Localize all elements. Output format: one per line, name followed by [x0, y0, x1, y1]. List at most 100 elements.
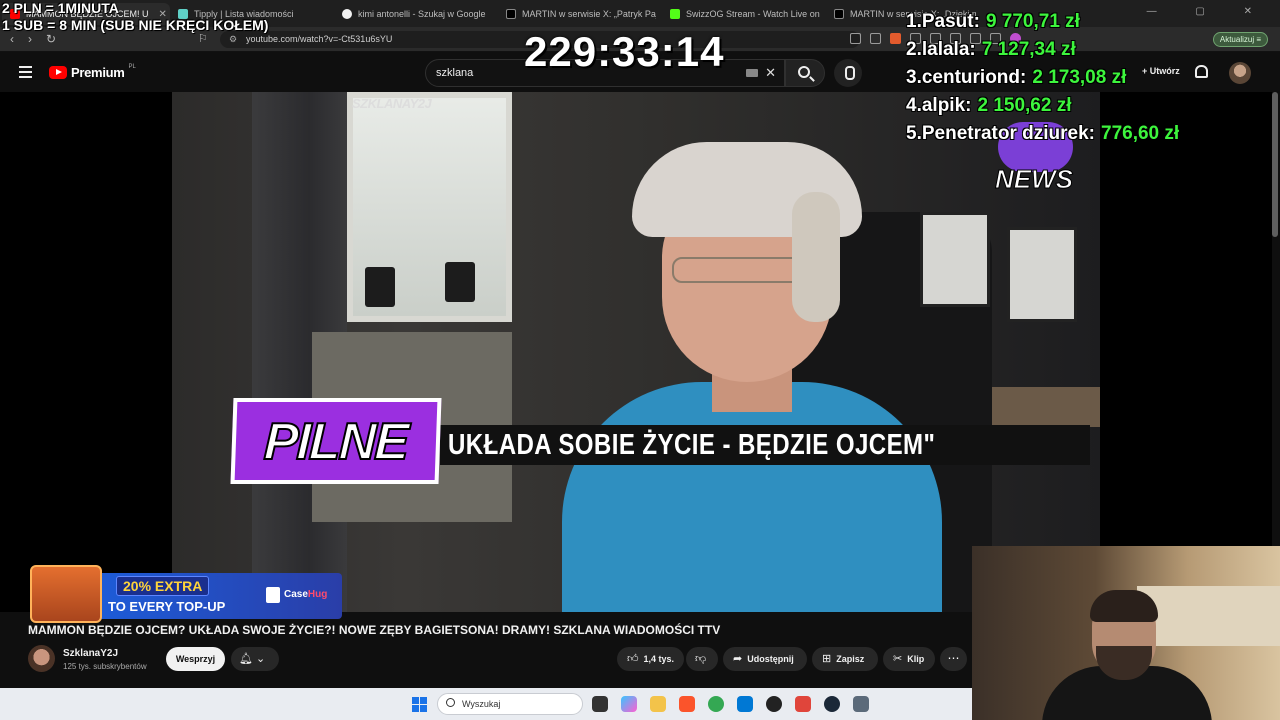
clip-button[interactable]: ✂ Klip	[883, 647, 935, 671]
channel-avatar[interactable]	[28, 645, 55, 672]
forward-icon[interactable]: ›	[28, 32, 32, 46]
like-button[interactable]: 👍︎ 1,4 tys.	[617, 647, 684, 671]
obs-icon[interactable]	[766, 696, 782, 712]
casehug-ad[interactable]: 20% EXTRA TO EVERY TOP-UP CaseHug	[30, 565, 342, 623]
streamer-figure	[562, 122, 942, 612]
taskbar-search-placeholder: Wyszukaj	[462, 699, 501, 709]
ad-brand-b: Hug	[307, 589, 328, 600]
x-icon	[834, 9, 844, 19]
video-title: MAMMON BĘDZIE OJCEM? UKŁADA SWOJE ŻYCIE?…	[28, 623, 721, 637]
headphones	[792, 192, 840, 322]
clip-label: Klip	[907, 654, 925, 664]
windows-start-icon[interactable]	[412, 697, 427, 712]
donation-leaderboard: 1.Pasut: 9 770,71 zł 2.lalala: 7 127,34 zł…	[906, 8, 1179, 148]
update-button[interactable]: Aktualizuj ≡	[1212, 32, 1268, 47]
video-player[interactable]: SZKLANAY2J NEWS	[0, 92, 1272, 612]
store-icon[interactable]	[737, 696, 753, 712]
shelf	[992, 387, 1100, 427]
youtube-logo[interactable]: Premium PL	[49, 64, 136, 80]
menu-icon[interactable]	[19, 66, 32, 81]
rate-line-2: 1 SUB = 8 MIN (SUB NIE KRĘCI KOŁEM)	[2, 17, 269, 33]
site-info-icon[interactable]: ⚙	[229, 34, 237, 45]
leaderboard-amount: 2 173,08 zł	[1032, 67, 1127, 88]
leaderboard-name: centuriond:	[921, 67, 1027, 88]
ad-brand-a: Case	[284, 589, 308, 600]
pilne-badge: PILNE	[230, 398, 442, 484]
page-scrollbar[interactable]	[1272, 92, 1278, 237]
ad-panel: 20% EXTRA TO EVERY TOP-UP CaseHug	[96, 573, 342, 619]
youtube-play-icon	[49, 66, 67, 79]
share-label: Udostępnij	[747, 654, 794, 664]
leaderboard-row: 4.alpik: 2 150,62 zł	[906, 92, 1179, 120]
google-icon	[342, 9, 352, 19]
leaderboard-name: Pasut:	[921, 11, 980, 32]
screen: MAMMON BĘDZIE OJCEM! U ✕ Tipply | Lista …	[0, 0, 1280, 720]
chrome-icon[interactable]	[708, 696, 724, 712]
url-text: youtube.com/watch?v=-Ct531u6sYU	[246, 34, 393, 44]
tab-google[interactable]: kimi antonelli - Szukaj w Google	[334, 3, 494, 25]
notification-toggle[interactable]: 🔔︎ ⌄	[231, 647, 279, 671]
leaderboard-amount: 7 127,34 zł	[981, 39, 1076, 60]
update-label: Aktualizuj	[1219, 35, 1255, 44]
taskbar-search[interactable]: Wyszukaj	[437, 693, 583, 715]
account-avatar[interactable]	[1229, 62, 1251, 84]
dislike-button[interactable]: 👎︎	[686, 647, 718, 671]
tab-label: SwizzOG Stream - Watch Live on Kick	[686, 9, 822, 19]
tab-kick[interactable]: SwizzOG Stream - Watch Live on Kick	[662, 3, 822, 25]
logo-text: Premium	[71, 65, 125, 80]
like-count: 1,4 tys.	[643, 654, 675, 664]
glasses	[672, 257, 802, 283]
notifications-icon[interactable]	[1195, 65, 1208, 78]
cast-icon[interactable]	[850, 33, 861, 44]
voice-search-button[interactable]	[834, 59, 862, 87]
leaderboard-rank: 4.	[906, 95, 922, 116]
search-button[interactable]	[785, 59, 825, 87]
webcam-overlay	[972, 546, 1280, 720]
brave-active-icon[interactable]	[795, 696, 811, 712]
tab-label: MARTIN w serwisie X: „Patryk Pajako	[522, 9, 656, 19]
wall-art	[1007, 227, 1077, 322]
file-explorer-icon[interactable]	[650, 696, 666, 712]
ad-brand: CaseHug	[284, 589, 327, 600]
share-button[interactable]: ➦ Udostępnij	[723, 647, 807, 671]
reload-icon[interactable]: ↻	[46, 32, 56, 46]
save-icon: ⊞	[822, 653, 832, 665]
news-ticker: UKŁADA SOBIE ŻYCIE - BĘDZIE OJCEM"	[440, 425, 1090, 465]
shirt	[562, 382, 942, 612]
save-button[interactable]: ⊞ Zapisz	[812, 647, 878, 671]
kick-icon	[670, 9, 680, 19]
subathon-timer: 229:33:14	[524, 28, 725, 75]
calculator-icon[interactable]	[853, 696, 869, 712]
brave-icon[interactable]	[679, 696, 695, 712]
room-window	[347, 92, 512, 322]
channel-name[interactable]: SzklanaY2J	[63, 648, 118, 659]
steam-icon[interactable]	[824, 696, 840, 712]
tab-label: kimi antonelli - Szukaj w Google	[358, 9, 486, 19]
channel-watermark: SZKLANAY2J	[352, 96, 432, 111]
brave-shield-icon[interactable]	[890, 33, 901, 44]
leaderboard-amount: 2 150,62 zł	[977, 95, 1072, 116]
copilot-icon[interactable]	[621, 696, 637, 712]
rate-line-1: 2 PLN = 1MINUTA	[2, 0, 119, 16]
leaderboard-row: 2.lalala: 7 127,34 zł	[906, 36, 1179, 64]
support-button[interactable]: Wesprzyj	[166, 647, 225, 671]
share-icon[interactable]	[870, 33, 881, 44]
pilne-label: PILNE	[262, 412, 409, 472]
clear-search-icon[interactable]: ✕	[765, 65, 776, 81]
back-icon[interactable]: ‹	[10, 32, 14, 46]
video-frame: SZKLANAY2J	[172, 92, 1100, 612]
more-actions-icon[interactable]: ⋯	[940, 647, 967, 671]
bell-icon: 🔔︎	[239, 653, 253, 665]
taskbar: Wyszukaj	[0, 688, 972, 720]
keyboard-icon[interactable]	[746, 69, 758, 77]
treasure-chest-icon	[30, 565, 102, 623]
share-arrow-icon: ➦	[733, 653, 743, 665]
leaderboard-rank: 1.	[906, 11, 922, 32]
tab-x-martin-1[interactable]: MARTIN w serwisie X: „Patryk Pajako	[498, 3, 656, 25]
leaderboard-name: alpik:	[921, 95, 972, 116]
leaderboard-amount: 776,60 zł	[1101, 123, 1180, 144]
subathon-rates: 2 PLN = 1MINUTA 1 SUB = 8 MIN (SUB NIE K…	[2, 0, 268, 34]
news-logo-text: NEWS	[995, 164, 1074, 195]
task-view-icon[interactable]	[592, 696, 608, 712]
ad-percent: 20% EXTRA	[123, 578, 203, 594]
